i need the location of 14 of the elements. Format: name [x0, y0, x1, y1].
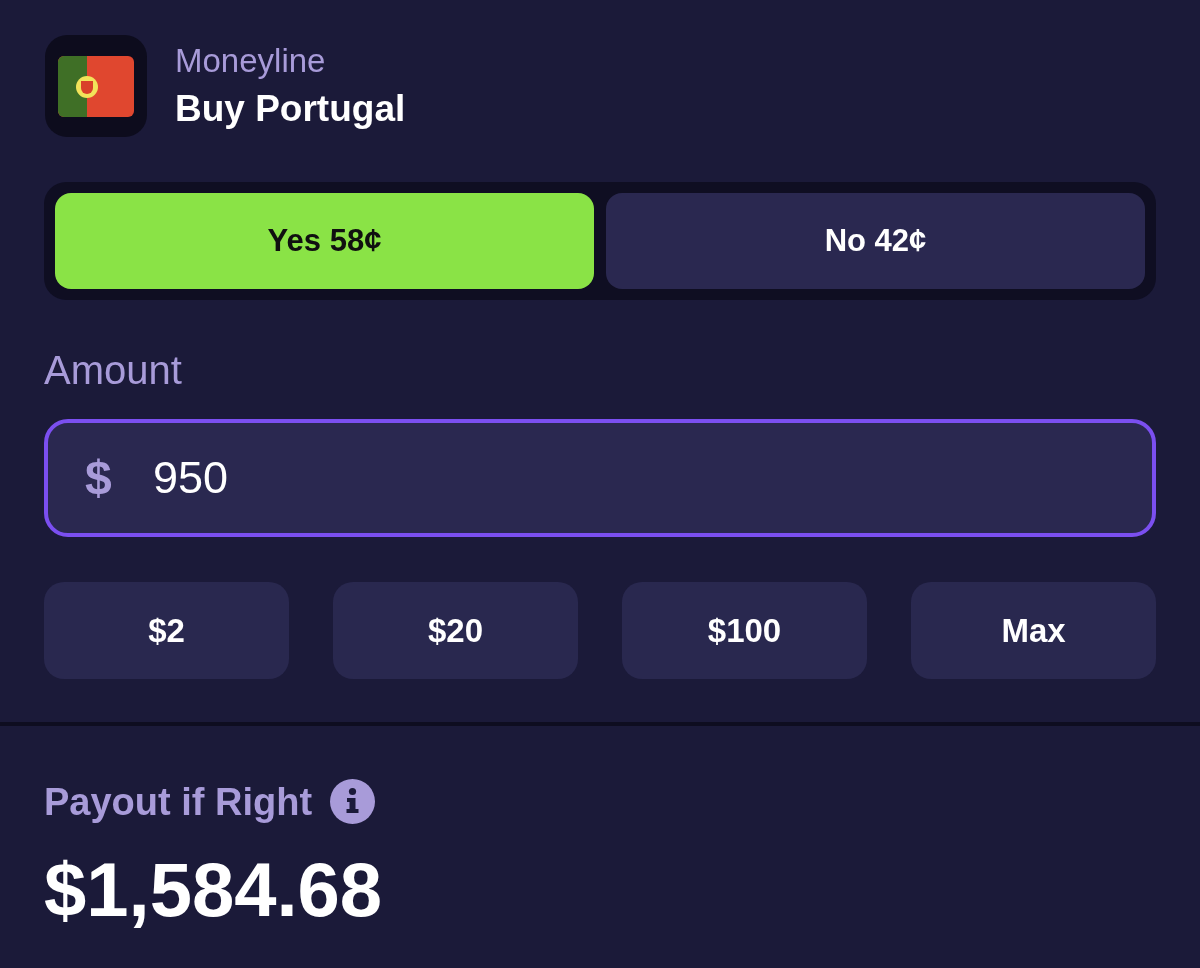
info-icon[interactable]: [330, 779, 376, 824]
currency-symbol: $: [85, 451, 112, 505]
payout-value: $1,584.68: [44, 848, 383, 932]
outcome-tab[interactable]: No 42¢: [606, 193, 1145, 289]
payout-label: Payout if Right: [44, 780, 313, 823]
market-type-label: Moneyline: [175, 42, 326, 80]
amount-label: Amount: [44, 348, 182, 392]
market-title: Buy Portugal: [175, 88, 406, 130]
quick-amount-button[interactable]: $2: [44, 582, 289, 679]
quick-amount-button[interactable]: $100: [622, 582, 867, 679]
flag-icon: [45, 35, 147, 137]
outcome-tab[interactable]: Yes 58¢: [55, 193, 594, 289]
quick-amount-button[interactable]: $20: [333, 582, 578, 679]
quick-amount-button[interactable]: Max: [911, 582, 1156, 679]
